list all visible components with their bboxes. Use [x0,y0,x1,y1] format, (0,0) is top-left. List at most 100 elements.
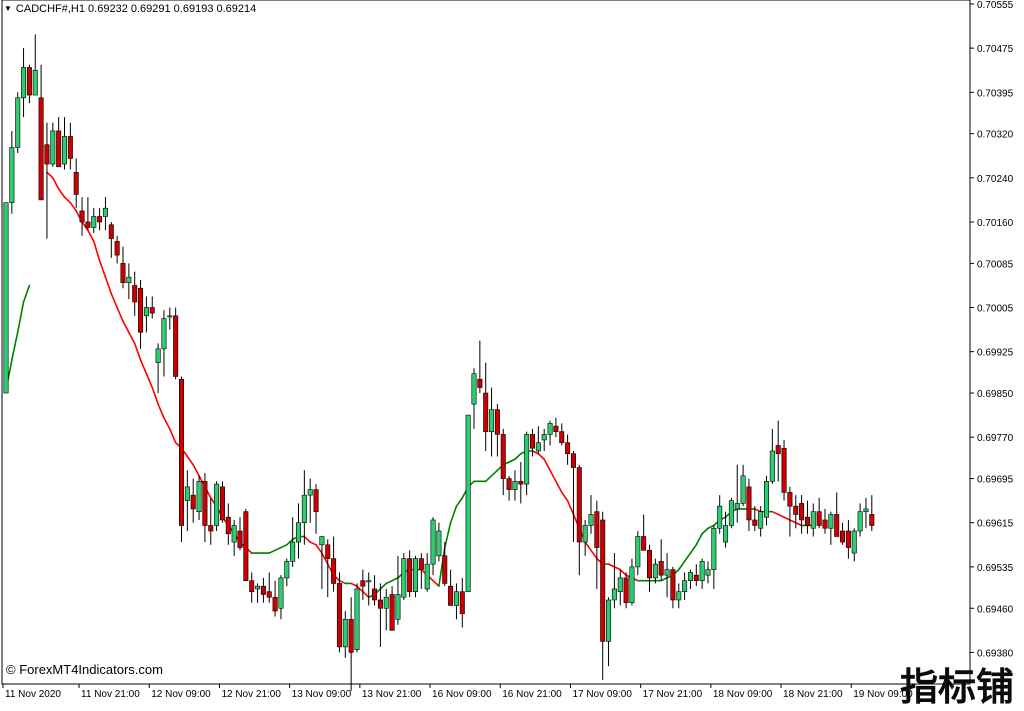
ma-segment-down [789,519,797,524]
y-tick-label: 0.69695 [977,475,1014,486]
bearish-candle [179,378,185,526]
bearish-candle [658,561,664,576]
bullish-candle [342,618,348,648]
bullish-candle [769,450,775,482]
x-tick-label: 13 Nov 09:00 [292,689,352,700]
ma-segment-down [590,549,598,560]
x-tick-label: 18 Nov 21:00 [783,689,843,700]
bullish-candle [524,434,530,485]
bullish-candle [32,69,38,96]
bullish-candle [255,585,261,590]
bullish-candle [295,522,301,543]
y-tick-label: 0.70085 [977,259,1014,270]
ma-segment-down [303,535,312,543]
bearish-candle [243,511,249,581]
ma-segment-down [555,480,563,494]
bearish-candle [219,486,225,521]
x-tick-label: 18 Nov 09:00 [713,689,773,700]
bullish-candle [401,558,407,598]
bullish-candle [15,97,21,148]
ma-segment-up [514,452,522,461]
watermark-logo: 指标铺 [900,665,1015,709]
bearish-candle [822,519,828,529]
bearish-candle [594,511,600,548]
bearish-candle [459,591,465,615]
bullish-candle [290,541,296,562]
bearish-candle [377,599,383,609]
x-tick-label: 12 Nov 09:00 [151,689,211,700]
bearish-candle [249,580,255,593]
ma-segment-down [362,590,370,599]
bullish-candle [606,599,612,642]
bearish-candle [114,240,120,256]
y-tick-label: 0.70320 [977,130,1014,141]
ma-segment-down [169,428,177,444]
y-tick-label: 0.70555 [977,0,1014,11]
bearish-candle [260,585,266,595]
bearish-candle [477,378,483,388]
x-tick-label: 17 Nov 21:00 [643,689,703,700]
bearish-candle [56,130,62,168]
bearish-candle [570,453,576,468]
bullish-candle [863,508,869,512]
bullish-candle [196,481,202,512]
triangle-down-icon[interactable]: ▼ [4,4,12,14]
bullish-candle [424,563,430,590]
ma-segment-up [695,532,703,546]
bearish-candle [313,489,319,512]
bullish-candle [489,409,495,432]
bullish-candle [143,307,149,317]
ma-segment-down [619,568,627,576]
bearish-candle [641,536,647,551]
bullish-candle [810,511,816,529]
bullish-candle [430,519,436,565]
bullish-candle [664,569,670,576]
bullish-candle [763,481,769,518]
bullish-candle [728,500,734,526]
ma-segment-down [794,521,803,527]
bearish-candle [120,263,126,283]
ma-segment-up [455,497,464,507]
bullish-candle [588,514,594,526]
ma-segment-down [139,359,148,375]
y-tick-label: 0.70005 [977,304,1014,315]
ma-segment-down [163,417,171,430]
bearish-candle [693,574,699,581]
ma-segment-down [543,458,551,472]
bearish-candle [418,558,424,570]
bullish-candle [617,577,623,593]
bearish-candle [494,409,500,435]
ma-segment-down [309,541,317,546]
bullish-candle [682,580,688,593]
bearish-candle [834,514,840,537]
ma-segment-down [338,579,347,585]
bearish-candle [272,596,278,612]
y-tick-label: 0.69460 [977,604,1014,615]
bearish-candle [208,525,214,532]
candlestick-chart: 0.70555 0.70475 0.70395 0.70320 0.70240 0.701… [1,0,1014,700]
y-tick-label: 0.69615 [977,519,1014,530]
ma-segment-up [484,475,493,483]
bearish-candle [793,505,799,515]
bearish-candle [816,511,822,526]
bullish-candle [635,536,641,568]
ma-segment-down [92,240,101,262]
ma-segment-down [104,276,113,295]
x-tick-label: 16 Nov 21:00 [502,689,562,700]
bearish-candle [752,519,758,526]
bearish-candle [202,481,208,526]
bearish-candle [448,585,454,606]
bearish-candle [869,514,875,526]
bullish-candle [167,315,173,318]
bearish-candle [506,478,512,490]
bearish-candle [845,530,851,548]
bullish-candle [717,505,723,529]
ma-segment-down [63,196,72,204]
bearish-candle [67,136,73,159]
bullish-candle [354,588,360,650]
bullish-candle [50,130,56,165]
bullish-candle [705,569,711,576]
bullish-candle [102,207,108,217]
bearish-candle [225,516,231,535]
bullish-candle [436,530,442,557]
